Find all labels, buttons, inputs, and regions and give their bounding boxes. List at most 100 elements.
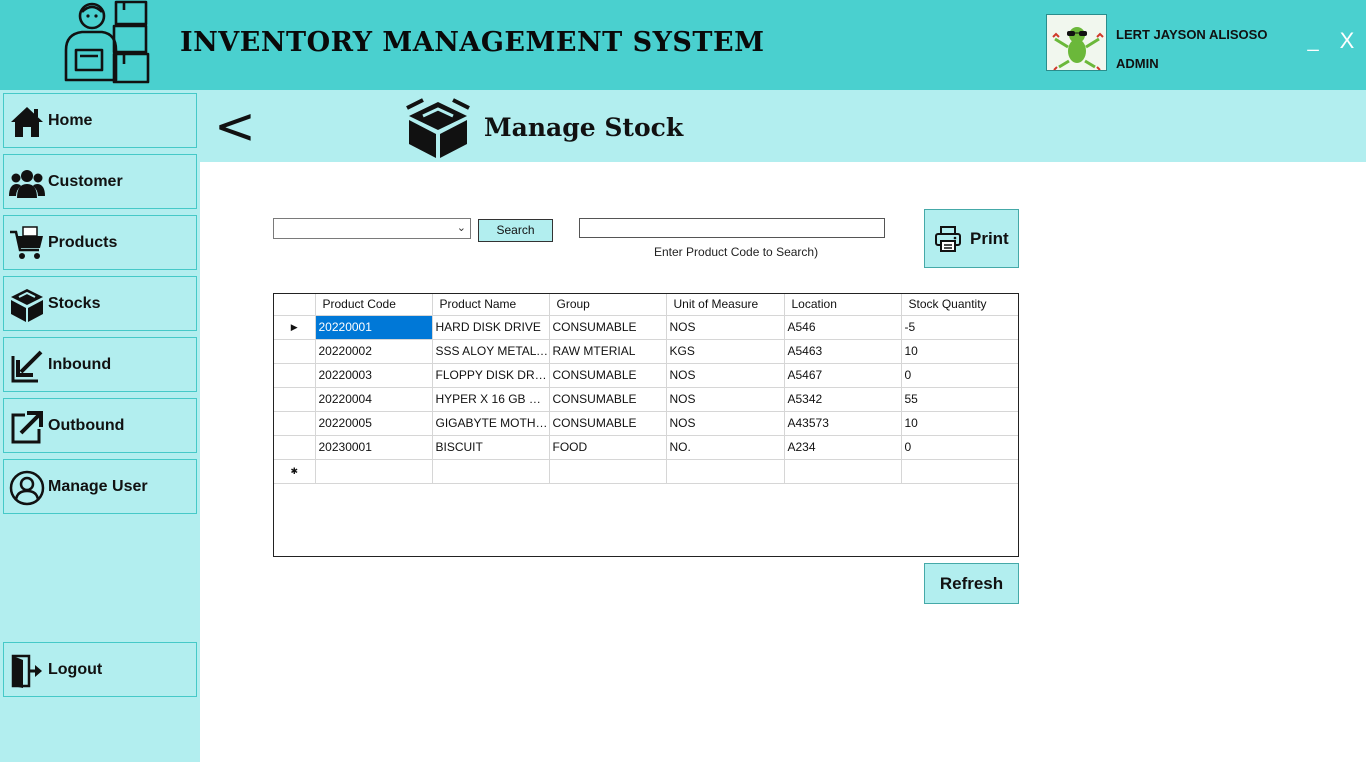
print-button-label: Print (970, 229, 1009, 248)
sidebar-item-outbound[interactable]: Outbound (3, 398, 197, 453)
table-row[interactable]: 20220004 HYPER X 16 GB RAM CONSUMABLE NO… (274, 387, 1018, 412)
table-cell[interactable] (666, 459, 785, 484)
table-cell[interactable]: 20220002 (315, 339, 433, 364)
sidebar-item-manage-user[interactable]: Manage User (3, 459, 197, 514)
sidebar-item-label: Manage User (48, 478, 148, 495)
table-cell[interactable]: NO. (666, 435, 785, 460)
table-cell[interactable]: GIGABYTE MOTHE... (432, 411, 550, 436)
table-cell[interactable]: 0 (901, 363, 1018, 388)
page-banner: < Manage Stock (200, 90, 1366, 162)
home-icon (11, 107, 43, 137)
table-cell[interactable]: A5463 (784, 339, 902, 364)
table-cell[interactable]: A546 (784, 315, 902, 340)
sidebar-item-label: Stocks (48, 295, 101, 312)
table-cell[interactable]: SSS ALOY METAL 5... (432, 339, 550, 364)
box-icon (406, 98, 470, 158)
table-cell[interactable]: 20220001 (315, 315, 433, 340)
printer-icon (935, 226, 961, 252)
table-cell[interactable] (901, 459, 1018, 484)
table-cell[interactable]: 20220004 (315, 387, 433, 412)
table-cell[interactable] (315, 459, 433, 484)
row-header-cell[interactable] (274, 411, 316, 436)
filter-dropdown[interactable]: ⌄ (273, 218, 471, 239)
table-cell[interactable]: A5342 (784, 387, 902, 412)
table-cell[interactable]: 20230001 (315, 435, 433, 460)
product-code-search-input[interactable] (579, 218, 885, 238)
inventory-worker-logo-icon (64, 0, 150, 84)
table-cell[interactable]: NOS (666, 387, 785, 412)
table-cell[interactable]: CONSUMABLE (549, 411, 667, 436)
sidebar-item-stocks[interactable]: Stocks (3, 276, 197, 331)
app-title: INVENTORY MANAGEMENT SYSTEM (180, 27, 765, 58)
table-cell[interactable] (432, 459, 550, 484)
new-table-row[interactable]: ✱ (274, 459, 1018, 484)
table-cell[interactable]: 20220005 (315, 411, 433, 436)
table-cell[interactable]: A43573 (784, 411, 902, 436)
logout-door-icon (11, 654, 42, 688)
user-name: LERT JAYSON ALISOSO (1116, 27, 1268, 42)
table-cell[interactable]: FOOD (549, 435, 667, 460)
sidebar-item-logout[interactable]: Logout (3, 642, 197, 697)
user-circle-icon (9, 470, 45, 506)
table-cell[interactable] (549, 459, 667, 484)
page-title: Manage Stock (484, 113, 684, 142)
table-cell[interactable]: NOS (666, 363, 785, 388)
table-cell[interactable]: 10 (901, 411, 1018, 436)
table-row[interactable]: 20220003 FLOPPY DISK DRIVE CONSUMABLE NO… (274, 363, 1018, 388)
sidebar-item-label: Inbound (48, 356, 112, 373)
inbound-arrow-icon (11, 350, 43, 383)
table-row[interactable]: ▶ 20220001 HARD DISK DRIVE CONSUMABLE NO… (274, 315, 1018, 340)
column-header-group[interactable]: Group (549, 294, 667, 316)
sidebar-item-label: Home (48, 112, 93, 129)
current-row-indicator-icon[interactable]: ▶ (274, 315, 316, 340)
row-header-cell[interactable] (274, 339, 316, 364)
row-header-cell[interactable] (274, 387, 316, 412)
column-header-product-code[interactable]: Product Code (315, 294, 433, 316)
table-cell[interactable]: NOS (666, 411, 785, 436)
table-cell[interactable]: BISCUIT (432, 435, 550, 460)
sidebar-item-products[interactable]: Products (3, 215, 197, 270)
table-cell[interactable]: CONSUMABLE (549, 315, 667, 340)
print-button[interactable]: Print (924, 209, 1019, 268)
sidebar-item-inbound[interactable]: Inbound (3, 337, 197, 392)
stock-grid[interactable]: Product Code Product Name Group Unit of … (273, 293, 1019, 557)
grid-header-row: Product Code Product Name Group Unit of … (274, 294, 1018, 316)
table-row[interactable]: 20230001 BISCUIT FOOD NO. A234 0 (274, 435, 1018, 460)
refresh-button[interactable]: Refresh (924, 563, 1019, 604)
column-header-location[interactable]: Location (784, 294, 902, 316)
table-cell[interactable]: HYPER X 16 GB RAM (432, 387, 550, 412)
table-cell[interactable]: KGS (666, 339, 785, 364)
table-cell[interactable]: 10 (901, 339, 1018, 364)
table-cell[interactable]: HARD DISK DRIVE (432, 315, 550, 340)
table-cell[interactable]: -5 (901, 315, 1018, 340)
sidebar-item-customer[interactable]: Customer (3, 154, 197, 209)
column-header-stock-quantity[interactable]: Stock Quantity (901, 294, 1018, 316)
table-cell[interactable]: RAW MTERIAL (549, 339, 667, 364)
table-cell[interactable]: A5467 (784, 363, 902, 388)
row-header-cell[interactable] (274, 435, 316, 460)
column-header-unit-of-measure[interactable]: Unit of Measure (666, 294, 785, 316)
table-cell[interactable]: FLOPPY DISK DRIVE (432, 363, 550, 388)
table-cell[interactable] (784, 459, 902, 484)
user-avatar (1046, 14, 1107, 71)
table-cell[interactable]: A234 (784, 435, 902, 460)
product-code-search-hint: Enter Product Code to Search) (654, 245, 819, 259)
sidebar-item-home[interactable]: Home (3, 93, 197, 148)
search-button[interactable]: Search (478, 219, 553, 242)
table-row[interactable]: 20220005 GIGABYTE MOTHE... CONSUMABLE NO… (274, 411, 1018, 436)
table-cell[interactable]: 55 (901, 387, 1018, 412)
row-header-cell[interactable] (274, 363, 316, 388)
outbound-arrow-icon (11, 411, 43, 444)
minimize-button[interactable]: _ (1302, 30, 1324, 56)
table-cell[interactable]: CONSUMABLE (549, 363, 667, 388)
table-cell[interactable]: CONSUMABLE (549, 387, 667, 412)
close-button[interactable]: X (1334, 28, 1360, 56)
user-role: ADMIN (1116, 56, 1159, 71)
table-cell[interactable]: 20220003 (315, 363, 433, 388)
column-header-product-name[interactable]: Product Name (432, 294, 550, 316)
table-cell[interactable]: 0 (901, 435, 1018, 460)
table-row[interactable]: 20220002 SSS ALOY METAL 5... RAW MTERIAL… (274, 339, 1018, 364)
new-row-asterisk-icon[interactable]: ✱ (274, 459, 316, 484)
table-cell[interactable]: NOS (666, 315, 785, 340)
back-button[interactable]: < (214, 101, 258, 151)
